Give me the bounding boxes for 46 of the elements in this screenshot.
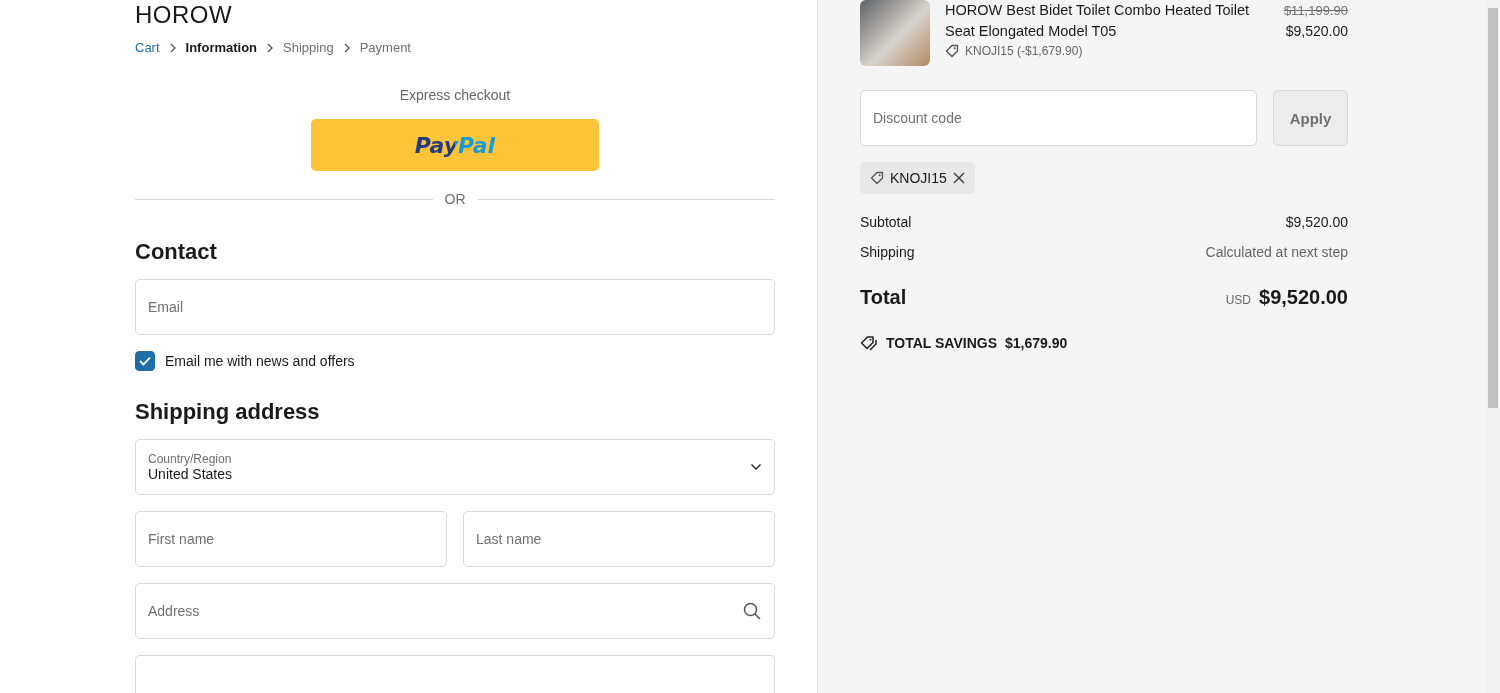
chevron-down-icon bbox=[750, 463, 762, 471]
scrollbar-thumb[interactable] bbox=[1487, 8, 1498, 408]
total-label: Total bbox=[860, 286, 907, 309]
section-heading: Contact bbox=[135, 239, 218, 265]
section-label: Express checkout bbox=[399, 87, 511, 103]
summary-label: Shipping bbox=[860, 244, 915, 260]
savings-amount: $1,679.90 bbox=[1005, 335, 1068, 351]
country-select[interactable]: Country/Region United States bbox=[135, 439, 775, 495]
tag-icon bbox=[870, 171, 884, 185]
breadcrumb-item: Information bbox=[185, 40, 258, 55]
product-title: HOROW Best Bidet Toilet Combo Heated Toilet Seat Elongated Model T05 bbox=[945, 1, 1251, 41]
currency-label: USD bbox=[1225, 293, 1251, 307]
address-field[interactable]: Address bbox=[135, 583, 775, 639]
section-heading: Shipping address bbox=[135, 399, 321, 425]
discount-label: KNOJI15 (-$1,679.90) bbox=[965, 44, 1083, 58]
summary-value: $9,520.00 bbox=[1285, 214, 1348, 230]
tag-icon bbox=[945, 44, 959, 58]
discount-code-field[interactable]: Discount code bbox=[860, 90, 1257, 146]
field-label: Country/Region bbox=[148, 452, 233, 466]
last-name-field[interactable]: Last name bbox=[463, 511, 775, 567]
search-icon bbox=[743, 602, 761, 620]
breadcrumb-item: Shipping bbox=[283, 40, 334, 55]
discount-code: KNOJI15 bbox=[890, 170, 947, 186]
apply-button[interactable]: Apply bbox=[1273, 90, 1348, 146]
product-price: $9,520.00 bbox=[1285, 22, 1348, 41]
breadcrumb-item[interactable]: Cart bbox=[135, 40, 160, 55]
divider-label: OR bbox=[444, 191, 466, 207]
original-price: $11,199.90 bbox=[1283, 2, 1348, 20]
breadcrumb-item: Payment bbox=[359, 40, 411, 55]
summary-label: Subtotal bbox=[860, 214, 912, 230]
tags-icon bbox=[860, 335, 878, 351]
field-value: United States bbox=[148, 466, 233, 482]
summary-value: Calculated at next step bbox=[1205, 244, 1348, 260]
scrollbar[interactable] bbox=[1485, 0, 1500, 693]
checkbox-label: Email me with news and offers bbox=[165, 353, 355, 369]
email-field[interactable]: Email bbox=[135, 279, 775, 335]
close-icon[interactable] bbox=[952, 172, 965, 184]
checkbox[interactable] bbox=[135, 351, 155, 371]
photo-placeholder bbox=[860, 0, 930, 66]
first-name-field[interactable]: First name bbox=[135, 511, 447, 567]
savings-label: TOTAL SAVINGS bbox=[886, 335, 997, 351]
total-amount: $9,520.00 bbox=[1259, 286, 1348, 309]
input-field[interactable] bbox=[135, 655, 775, 693]
store-logo[interactable]: HOROW bbox=[135, 0, 233, 30]
check-icon bbox=[139, 356, 151, 366]
paypal-button[interactable]: PayPal bbox=[311, 119, 599, 171]
